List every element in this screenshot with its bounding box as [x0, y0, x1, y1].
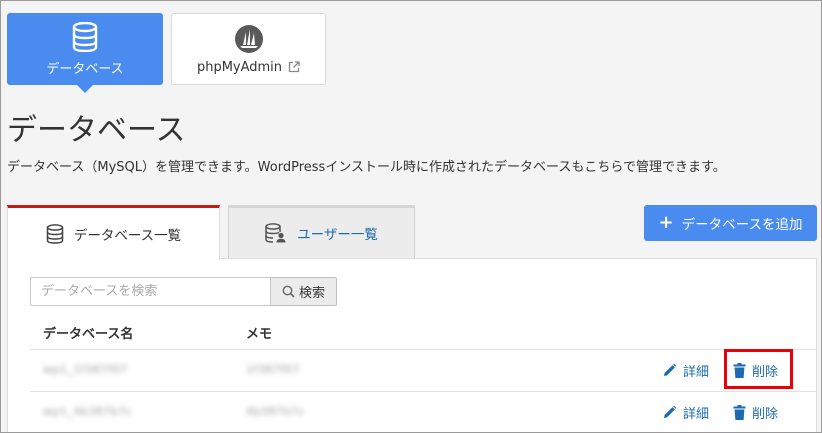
database-tool-tile[interactable]: データベース: [7, 13, 163, 93]
tab-database-list[interactable]: データベース一覧: [7, 205, 220, 260]
detail-link-label: 詳細: [683, 407, 710, 422]
database-icon: [46, 224, 64, 244]
page-description: データベース（MySQL）を管理できます。WordPressインストール時に作成…: [7, 160, 726, 175]
phpmyadmin-tool-label-row: phpMyAdmin: [197, 60, 300, 75]
delete-link[interactable]: 削除: [733, 403, 778, 422]
search-button[interactable]: 検索: [271, 277, 337, 306]
detail-link[interactable]: 詳細: [662, 403, 709, 422]
phpmyadmin-tool-tile[interactable]: phpMyAdmin: [171, 13, 326, 85]
delete-link-label: 削除: [752, 407, 779, 422]
pencil-icon: [664, 405, 677, 418]
search-icon: [282, 285, 295, 298]
database-name-cell: wp1_1f387f07: [43, 363, 128, 376]
memo-cell: 4b387b7c: [246, 405, 306, 418]
memo-cell: 1f387f07: [246, 363, 300, 376]
plus-icon: +: [658, 212, 674, 233]
sailboat-logo-icon: [234, 24, 263, 53]
pencil-icon: [664, 363, 677, 376]
database-list-panel: 検索 データベース名 メモ wp1_1f387f07 1f387f07 詳細: [7, 258, 817, 432]
tab-user-list[interactable]: ユーザー一覧: [228, 205, 415, 259]
delete-highlight-box: [724, 349, 793, 389]
database-icon: [72, 21, 98, 52]
trash-icon: [733, 405, 746, 420]
database-user-icon: [265, 223, 286, 243]
column-header-memo: メモ: [246, 327, 273, 342]
phpmyadmin-tool-label: phpMyAdmin: [196, 59, 283, 75]
tab-database-list-label: データベース一覧: [73, 228, 182, 244]
external-link-icon: [288, 61, 300, 73]
row-divider: [30, 349, 816, 350]
add-database-label: データベースを追加: [681, 217, 803, 233]
detail-link-label: 詳細: [683, 365, 710, 380]
column-header-database-name: データベース名: [43, 327, 134, 342]
screen-frame: データベース phpMyAdmin データベース データベース（MySQL）を管…: [0, 0, 822, 433]
search-button-label: 検索: [298, 286, 325, 301]
add-database-button[interactable]: + データベースを追加: [644, 205, 817, 241]
tab-user-list-label: ユーザー一覧: [297, 227, 378, 243]
database-name-cell: wp1_4b387b7c: [43, 405, 133, 418]
search-bar: 検索: [30, 277, 337, 306]
search-input[interactable]: [30, 277, 271, 306]
database-tool-label: データベース: [46, 61, 124, 77]
page-title: データベース: [7, 113, 186, 148]
detail-link[interactable]: 詳細: [662, 361, 709, 380]
row-divider: [30, 391, 816, 392]
